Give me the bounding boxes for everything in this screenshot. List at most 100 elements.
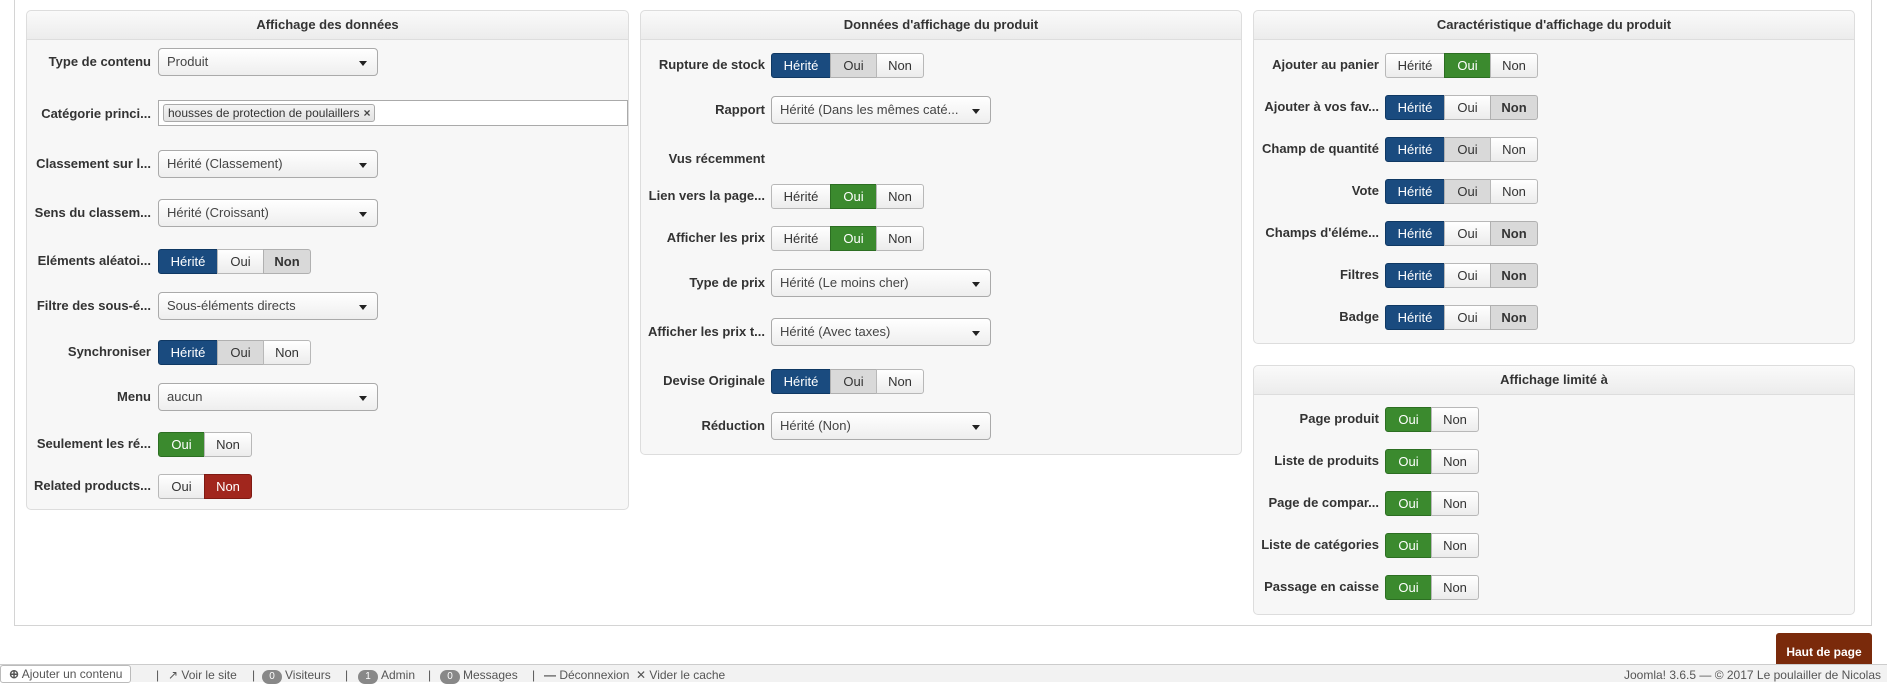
non-button[interactable]: Non [876, 184, 924, 209]
classement-select[interactable]: Hérité (Classement) [158, 150, 378, 178]
oui-button[interactable]: Oui [1444, 179, 1491, 204]
oui-button[interactable]: Oui [217, 249, 264, 274]
non-button[interactable]: Non [876, 369, 924, 394]
filtre-value: Sous-éléments directs [167, 298, 296, 313]
herite-button[interactable]: Hérité [1385, 179, 1445, 204]
rapport-select[interactable]: Hérité (Dans les mêmes caté... [771, 96, 991, 124]
row-rapport: Rapport Hérité (Dans les mêmes caté... [641, 95, 1241, 125]
oui-button[interactable]: Oui [1444, 221, 1491, 246]
oui-button[interactable]: Oui [158, 432, 205, 457]
herite-button[interactable]: Hérité [158, 249, 218, 274]
reduction-select[interactable]: Hérité (Non) [771, 412, 991, 440]
oui-button[interactable]: Oui [830, 53, 877, 78]
copyright-text: Joomla! 3.6.5 — © 2017 Le poulailler de … [1624, 668, 1881, 682]
oui-button[interactable]: Oui [158, 474, 205, 499]
herite-button[interactable]: Hérité [158, 340, 218, 365]
chevron-down-icon [359, 305, 367, 310]
prix-taxes-value: Hérité (Avec taxes) [780, 324, 891, 339]
non-button[interactable]: Non [1490, 95, 1538, 120]
herite-button[interactable]: Hérité [1385, 221, 1445, 246]
type-contenu-select[interactable]: Produit [158, 48, 378, 76]
row-devise: Devise Originale Hérité Oui Non [641, 366, 1241, 396]
prix-taxes-select[interactable]: Hérité (Avec taxes) [771, 318, 991, 346]
messages-label: Messages [463, 668, 518, 682]
oui-button[interactable]: Oui [1444, 305, 1491, 330]
oui-button[interactable]: Oui [1385, 491, 1432, 516]
add-content-button[interactable]: ⊕ Ajouter un contenu [0, 665, 132, 683]
oui-button[interactable]: Oui [1385, 407, 1432, 432]
herite-button[interactable]: Hérité [771, 53, 831, 78]
herite-button[interactable]: Hérité [771, 226, 831, 251]
herite-button[interactable]: Hérité [1385, 263, 1445, 288]
non-button[interactable]: Non [1490, 137, 1538, 162]
row-afficher-prix: Afficher les prix Hérité Oui Non [641, 223, 1241, 253]
non-button[interactable]: Non [1490, 179, 1538, 204]
menu-select[interactable]: aucun [158, 383, 378, 411]
voir-site-link[interactable]: ↗ Voir le site [168, 667, 237, 683]
herite-button[interactable]: Hérité [1385, 137, 1445, 162]
row-type-contenu: Type de contenu Produit [27, 47, 628, 77]
herite-button[interactable]: Hérité [1385, 95, 1445, 120]
filtre-select[interactable]: Sous-éléments directs [158, 292, 378, 320]
herite-button[interactable]: Hérité [1385, 305, 1445, 330]
categorie-tag-input[interactable]: housses de protection de poulaillers × [158, 100, 628, 126]
non-button[interactable]: Non [1431, 575, 1479, 600]
categorie-label: Catégorie princi... [41, 106, 151, 121]
oui-button[interactable]: Oui [1385, 575, 1432, 600]
non-button[interactable]: Non [1431, 491, 1479, 516]
chevron-down-icon [359, 212, 367, 217]
oui-button[interactable]: Oui [1444, 137, 1491, 162]
prix-taxes-label: Afficher les prix t... [647, 324, 765, 339]
row-menu: Menu aucun [27, 382, 628, 412]
vider-cache-link[interactable]: ✕ Vider le cache [636, 667, 725, 683]
non-button[interactable]: Non [876, 226, 924, 251]
non-button[interactable]: Non [1431, 533, 1479, 558]
oui-button[interactable]: Oui [217, 340, 264, 365]
non-button[interactable]: Non [263, 340, 311, 365]
non-button[interactable]: Non [1490, 263, 1538, 288]
type-prix-select[interactable]: Hérité (Le moins cher) [771, 269, 991, 297]
non-button[interactable]: Non [204, 432, 252, 457]
deconnexion-link[interactable]: — Déconnexion [544, 667, 629, 683]
non-button[interactable]: Non [1490, 53, 1538, 78]
oui-button[interactable]: Oui [1385, 533, 1432, 558]
herite-button[interactable]: Hérité [771, 184, 831, 209]
favoris-label: Ajouter à vos fav... [1264, 99, 1379, 114]
classement-label: Classement sur l... [36, 156, 151, 171]
type-contenu-value: Produit [167, 54, 209, 69]
visiteurs-link[interactable]: 0 Visiteurs [262, 667, 331, 684]
oui-button[interactable]: Oui [1444, 263, 1491, 288]
sens-value: Hérité (Croissant) [167, 205, 269, 220]
non-button[interactable]: Non [263, 249, 311, 274]
row-categorie: Catégorie princi... housses de protectio… [27, 99, 628, 129]
herite-button[interactable]: Hérité [1385, 53, 1445, 78]
quantite-label: Champ de quantité [1261, 141, 1379, 156]
rupture-toggle: Hérité Oui Non [771, 53, 924, 78]
oui-button[interactable]: Oui [830, 369, 877, 394]
oui-button[interactable]: Oui [1385, 449, 1432, 474]
afficher-prix-toggle: Hérité Oui Non [771, 226, 924, 251]
oui-button[interactable]: Oui [830, 184, 877, 209]
reduction-label: Réduction [701, 418, 765, 433]
non-button[interactable]: Non [204, 474, 252, 499]
divider: | [156, 668, 160, 682]
oui-button[interactable]: Oui [1444, 95, 1491, 120]
row-aleatoire: Eléments aléatoi... Hérité Oui Non [27, 246, 628, 276]
non-button[interactable]: Non [1431, 407, 1479, 432]
oui-button[interactable]: Oui [1444, 53, 1491, 78]
divider: | [345, 668, 349, 682]
herite-button[interactable]: Hérité [771, 369, 831, 394]
sens-select[interactable]: Hérité (Croissant) [158, 199, 378, 227]
non-button[interactable]: Non [876, 53, 924, 78]
devise-toggle: Hérité Oui Non [771, 369, 924, 394]
oui-button[interactable]: Oui [830, 226, 877, 251]
non-button[interactable]: Non [1490, 221, 1538, 246]
non-button[interactable]: Non [1490, 305, 1538, 330]
non-button[interactable]: Non [1431, 449, 1479, 474]
page-compar-label: Page de compar... [1268, 495, 1379, 510]
row-synchroniser: Synchroniser Hérité Oui Non [27, 337, 628, 367]
admin-link[interactable]: 1 Admin [358, 667, 415, 684]
close-icon[interactable]: × [363, 106, 370, 120]
row-reduction: Réduction Hérité (Non) [641, 411, 1241, 441]
messages-link[interactable]: 0 Messages [440, 667, 518, 684]
